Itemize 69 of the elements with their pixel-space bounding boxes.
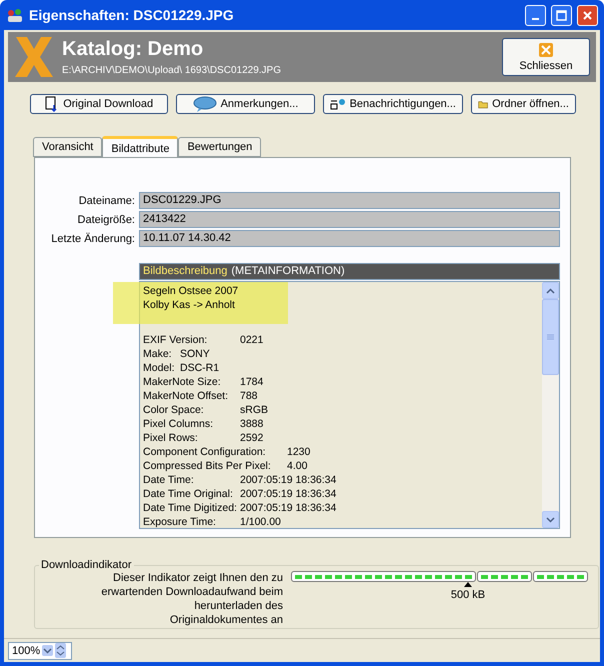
meta-header: Bildbeschreibung (METAINFORMATION) [139, 263, 560, 280]
toolbar-button[interactable]: Ordner öffnen... [470, 94, 576, 114]
meta-label: Pixel Rows: [143, 431, 199, 445]
zoom-select[interactable]: 100% [8, 642, 72, 660]
maximize-button[interactable] [551, 4, 572, 26]
meta-value: 1230 [287, 445, 310, 459]
notification-icon [330, 97, 346, 111]
meta-label: Exposure Time: [143, 515, 217, 529]
description-line: Segeln Ostsee 2007 [143, 284, 240, 298]
meta-value: SONY [180, 347, 210, 361]
speech-bubble-icon [192, 96, 217, 112]
meta-label: Component Configuration: [143, 445, 267, 459]
minimize-icon [532, 18, 539, 20]
scrollbar[interactable] [542, 282, 559, 528]
tab[interactable]: Bewertungen [178, 137, 262, 157]
logo-icon [14, 35, 54, 79]
document-icon [45, 96, 60, 112]
meta-value: 4.00 [287, 459, 308, 473]
field-label: Dateigröße: [76, 214, 135, 226]
minimize-button[interactable] [525, 4, 546, 26]
app-icon [6, 6, 24, 24]
field-value: 10.11.07 14.30.42 [139, 230, 560, 247]
meta-label: EXIF Version: [143, 333, 208, 347]
catalog-title: Katalog: Demo [62, 38, 204, 61]
meta-label: Date Time Digitized: [143, 501, 238, 515]
metadata-text-area[interactable] [139, 281, 560, 529]
field-value: 2413422 [139, 211, 560, 228]
meta-value: 2007:05:19 18:36:34 [240, 487, 336, 501]
meta-value: 1/100.00 [240, 515, 281, 529]
window-title: Eigenschaften: DSC01229.JPG [29, 7, 235, 23]
meta-label: Date Time: [143, 473, 195, 487]
meta-value: 2007:05:19 18:36:34 [240, 501, 336, 515]
toolbar-button[interactable]: Anmerkungen... [176, 94, 315, 114]
meta-value: 1784 [240, 375, 264, 389]
meta-value: 0221 [240, 333, 264, 347]
close-button[interactable] [577, 4, 598, 26]
meta-value: 2007:05:19 18:36:34 [240, 473, 336, 487]
meta-label: Model: [143, 361, 176, 375]
file-path: E:\ARCHIV\DEMO\Upload\ 1693\DSC01229.JPG [62, 65, 282, 76]
close-icon [582, 10, 593, 20]
tab[interactable]: Voransicht [33, 137, 102, 157]
meta-value: 2592 [240, 431, 264, 445]
meta-label: Date Time Original: [143, 487, 234, 501]
field-label: Letzte Änderung: [50, 232, 135, 244]
meta-value: 3888 [240, 417, 264, 431]
tab[interactable]: Bildattribute [102, 136, 178, 158]
meta-label: Color Space: [143, 403, 205, 417]
meta-label: MakerNote Offset: [143, 389, 230, 403]
toolbar-button[interactable]: Benachrichtigungen... [322, 94, 463, 114]
meta-label: Make: [143, 347, 173, 361]
close-button[interactable]: Schliessen [502, 38, 590, 76]
group-legend: Downloadindikator [39, 559, 134, 571]
field-label: Dateiname: [78, 194, 135, 206]
spinner-icon[interactable] [55, 643, 66, 658]
close-icon [539, 42, 553, 56]
dropdown-icon[interactable] [42, 645, 54, 656]
description-line: Kolby Kas -> Anholt [143, 298, 236, 312]
meta-value: DSC-R1 [180, 361, 220, 375]
meta-label: Compressed Bits Per Pixel: [143, 459, 272, 473]
maximize-icon [556, 10, 567, 20]
meta-label: Pixel Columns: [143, 417, 214, 431]
meta-label: MakerNote Size: [143, 375, 222, 389]
grip-icon[interactable] [547, 334, 554, 340]
meta-value: sRGB [240, 403, 268, 417]
field-value: DSC01229.JPG [139, 192, 560, 209]
meta-value: 788 [240, 389, 258, 403]
indicator-description: Dieser Indikator zeigt Ihnen den zu erwartenden Downloadaufwand beim herunterladen des Originaldokumentes an [100, 571, 283, 627]
toolbar-button[interactable]: Original Download [30, 94, 168, 114]
size-label: 500 kB [450, 589, 486, 601]
